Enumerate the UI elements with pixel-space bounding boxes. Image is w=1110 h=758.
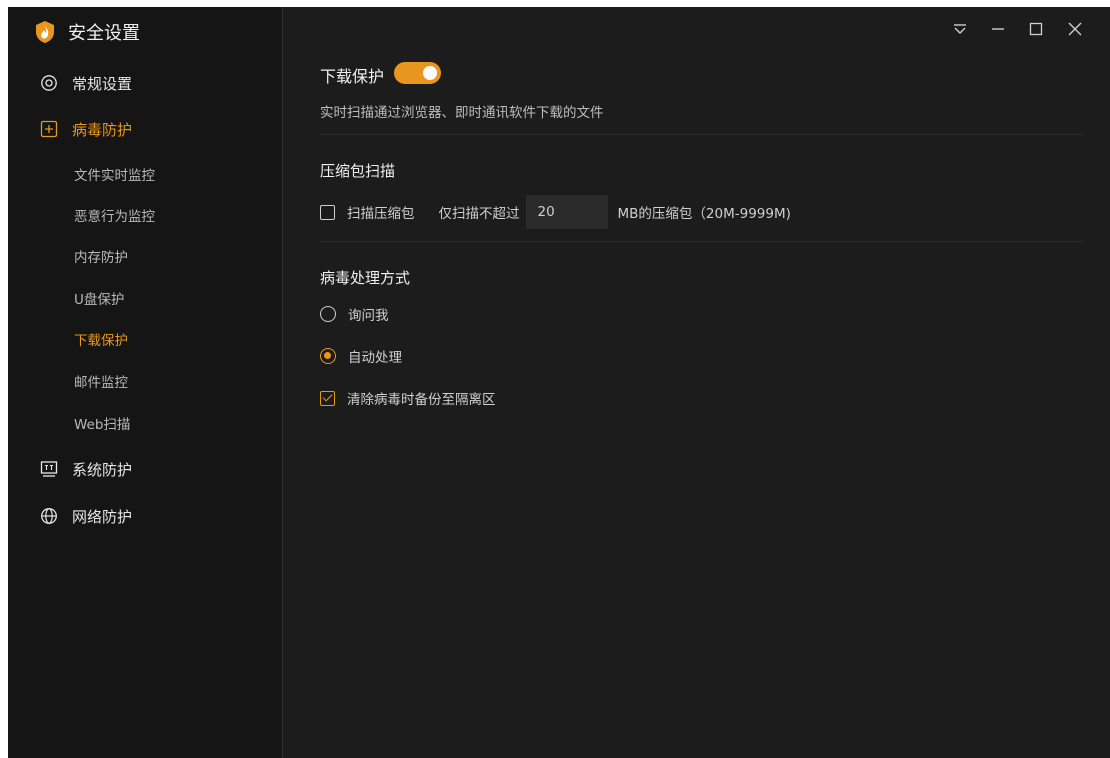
archive-scan-row: 扫描压缩包 仅扫描不超过 MB的压缩包（20M-9999M) — [320, 195, 791, 229]
ask-me-label: 询问我 — [348, 308, 389, 324]
backup-quarantine-row[interactable]: 清除病毒时备份至隔离区 — [320, 388, 496, 408]
close-icon[interactable] — [1063, 17, 1087, 41]
sidebar-item-general[interactable]: 常规设置 — [40, 71, 132, 95]
archive-limit-prefix: 仅扫描不超过 — [438, 206, 520, 222]
archive-limit-suffix: MB的压缩包（20M-9999M) — [617, 206, 791, 222]
subitem-web-scan[interactable]: Web扫描 — [74, 413, 130, 433]
archive-scan-checkbox[interactable] — [320, 204, 335, 220]
app-title: 安全设置 — [68, 23, 140, 44]
maximize-icon[interactable] — [1024, 17, 1048, 41]
main-panel: 下载保护 实时扫描通过浏览器、即时通讯软件下载的文件 压缩包扫描 扫描压缩包 仅… — [283, 7, 1110, 758]
toggle-knob — [423, 66, 437, 80]
sidebar: 安全设置 常规设置 病毒防护 文件实时监控 恶意行为监控 内存防护 U盘保护 下… — [8, 7, 283, 758]
sidebar-item-label: 系统防护 — [72, 460, 133, 479]
sidebar-item-network-protection[interactable]: 网络防护 — [40, 504, 132, 528]
backup-quarantine-label: 清除病毒时备份至隔离区 — [347, 392, 496, 408]
monitor-icon — [40, 460, 58, 478]
subitem-download-protection[interactable]: 下载保护 — [74, 329, 128, 349]
divider — [320, 241, 1084, 242]
subitem-usb-protection[interactable]: U盘保护 — [74, 288, 124, 308]
archive-scan-label: 扫描压缩包 — [347, 206, 415, 222]
download-protection-title: 下载保护 — [320, 67, 385, 86]
plus-box-icon — [40, 120, 58, 138]
app-title-bar: 安全设置 — [34, 19, 140, 45]
option-auto-handle[interactable]: 自动处理 — [320, 346, 402, 366]
subitem-behavior-monitor[interactable]: 恶意行为监控 — [74, 205, 155, 225]
subitem-mail-monitor[interactable]: 邮件监控 — [74, 371, 128, 391]
download-protection-description: 实时扫描通过浏览器、即时通讯软件下载的文件 — [320, 105, 604, 121]
gear-icon — [40, 74, 58, 92]
auto-handle-radio[interactable] — [320, 348, 336, 364]
minimize-icon[interactable] — [986, 17, 1010, 41]
archive-scan-title: 压缩包扫描 — [320, 162, 396, 180]
ask-me-radio[interactable] — [320, 306, 336, 322]
sidebar-item-system-protection[interactable]: 系统防护 — [40, 457, 132, 481]
backup-quarantine-checkbox[interactable] — [320, 390, 335, 406]
option-ask-me[interactable]: 询问我 — [320, 304, 389, 324]
subitem-memory-protection[interactable]: 内存防护 — [74, 246, 128, 266]
download-protection-toggle[interactable] — [394, 62, 441, 84]
menu-icon[interactable] — [948, 17, 972, 41]
virus-handling-title: 病毒处理方式 — [320, 269, 411, 287]
sidebar-item-label: 病毒防护 — [72, 120, 133, 139]
globe-icon — [40, 507, 58, 525]
settings-window: 安全设置 常规设置 病毒防护 文件实时监控 恶意行为监控 内存防护 U盘保护 下… — [8, 7, 1110, 758]
auto-handle-label: 自动处理 — [348, 350, 402, 366]
sidebar-item-label: 网络防护 — [72, 507, 133, 526]
shield-flame-icon — [36, 21, 54, 43]
sidebar-item-label: 常规设置 — [72, 74, 133, 93]
subitem-file-monitor[interactable]: 文件实时监控 — [74, 164, 155, 184]
divider — [320, 134, 1084, 135]
archive-size-limit-input[interactable] — [525, 195, 608, 229]
sidebar-item-virus-protection[interactable]: 病毒防护 — [40, 117, 132, 141]
